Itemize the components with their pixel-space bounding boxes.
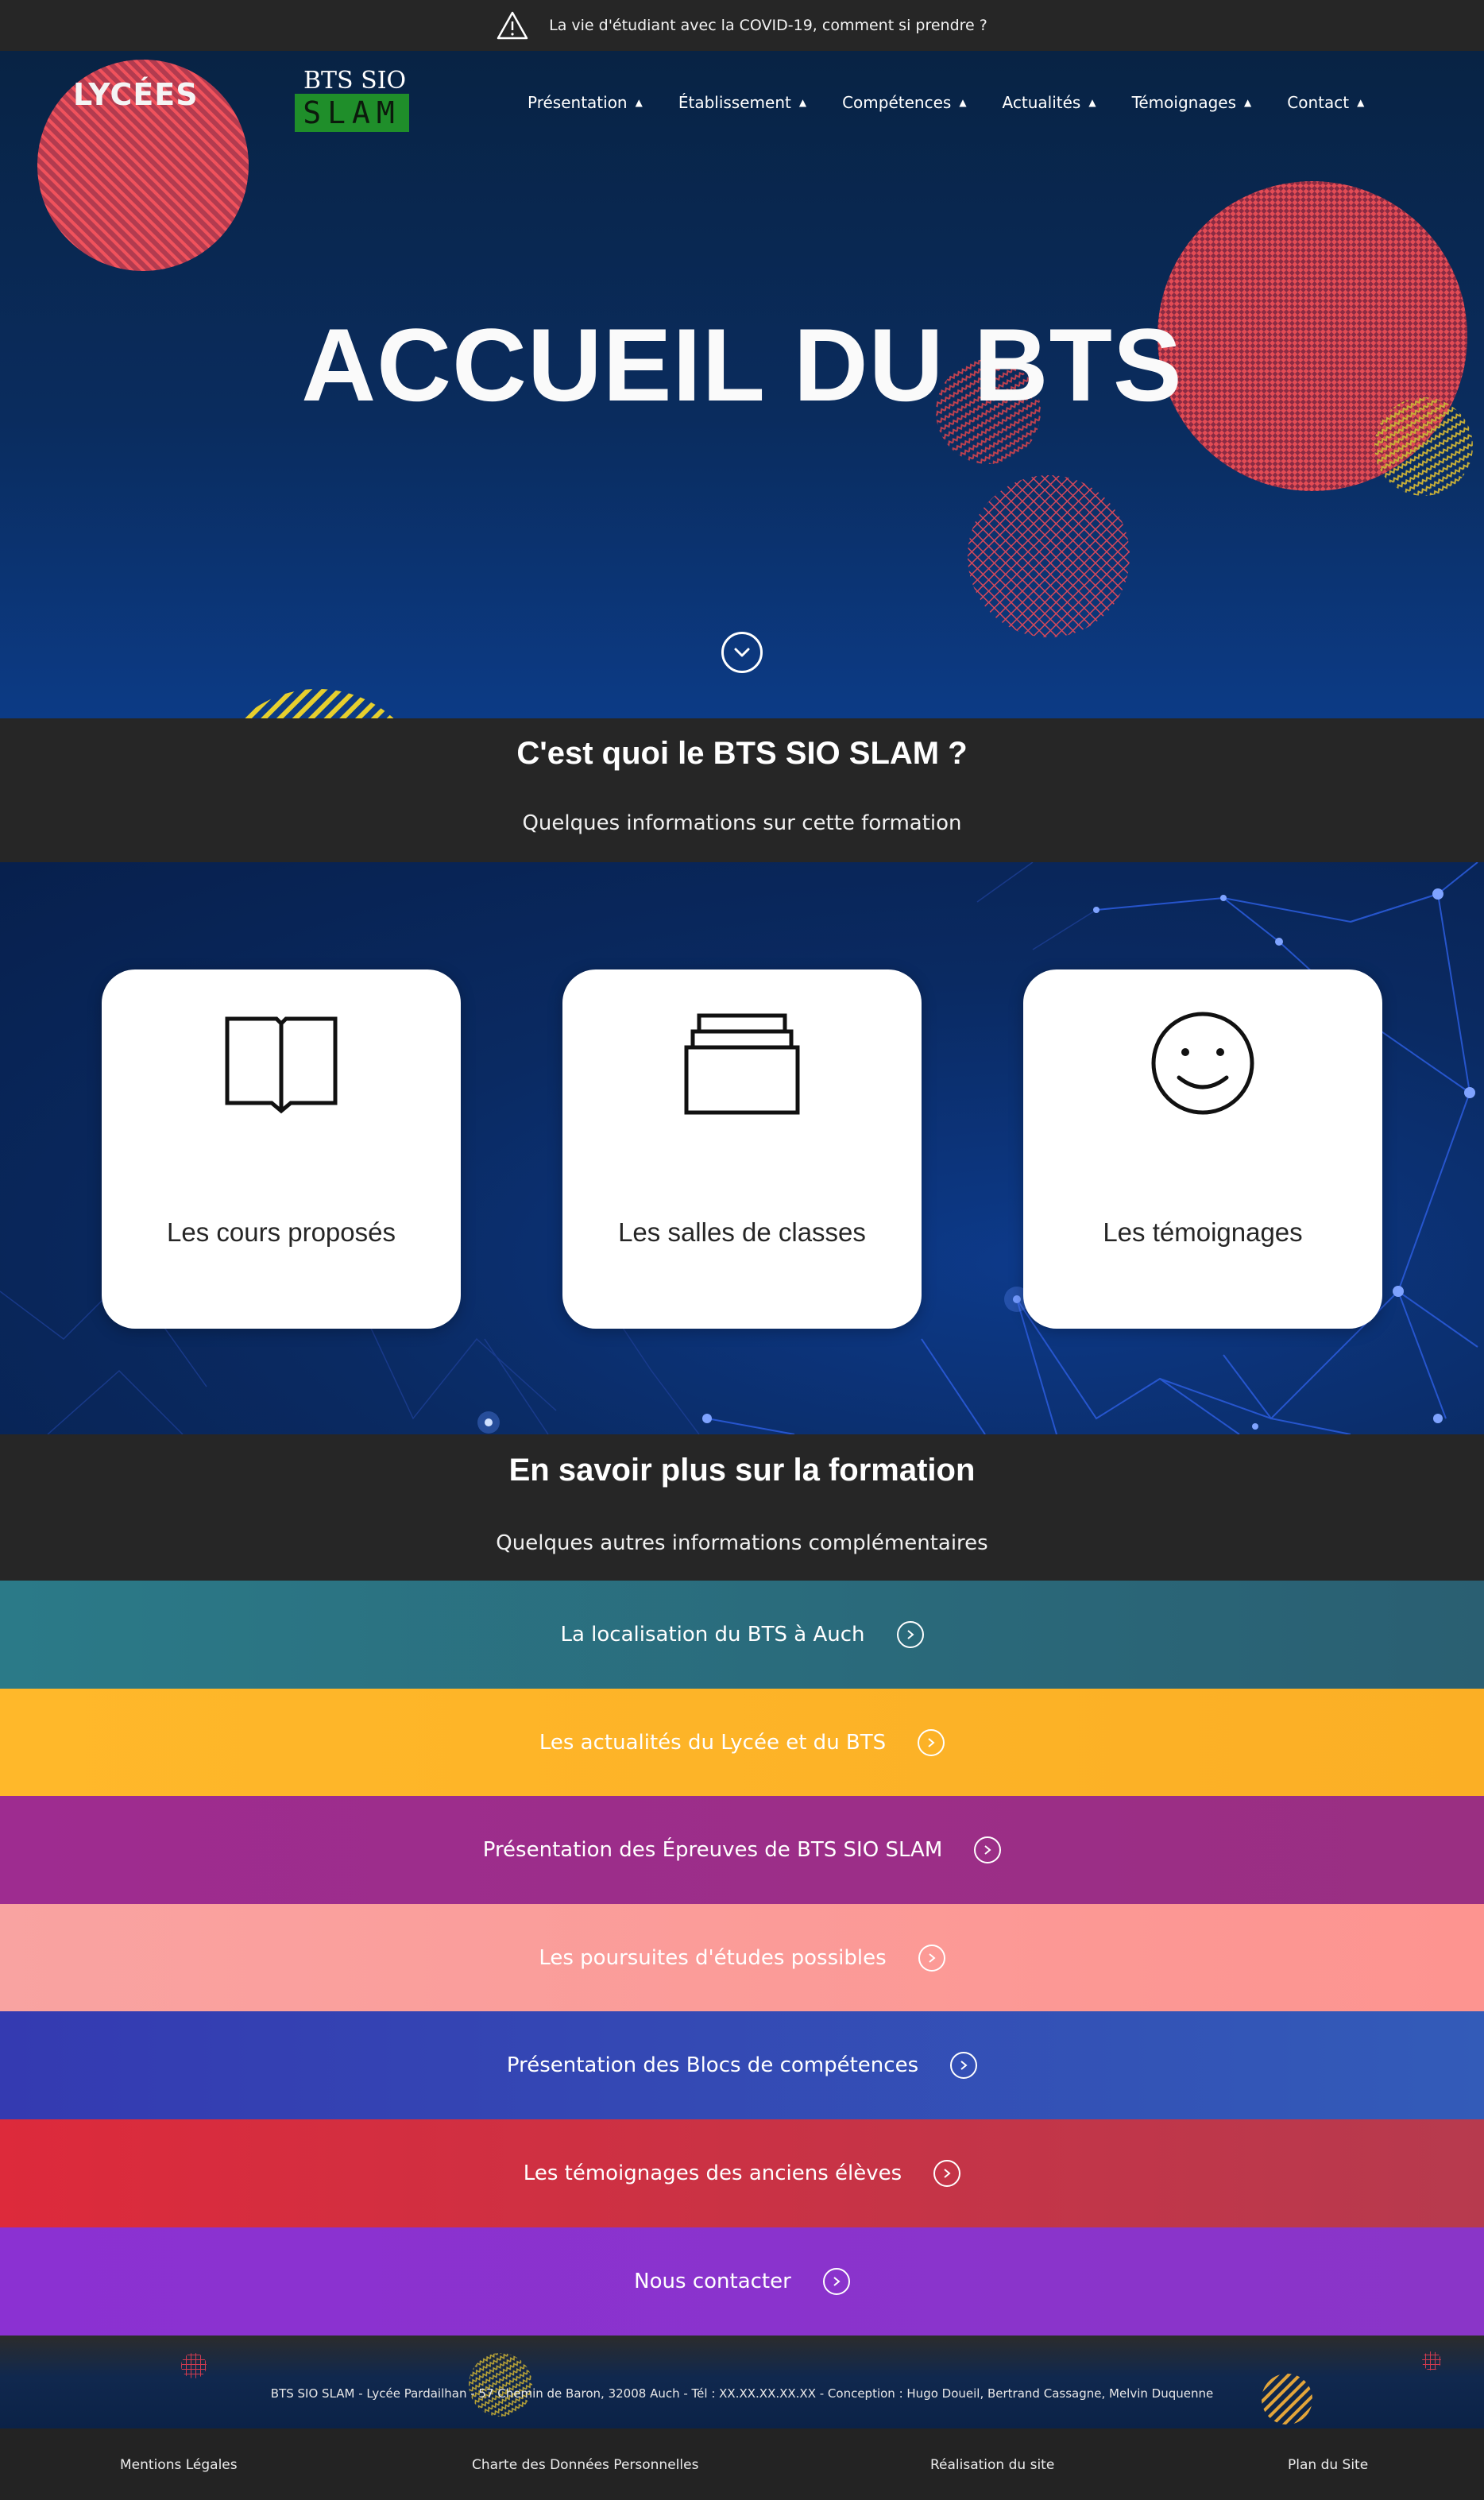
chevron-up-icon: ▲	[1244, 97, 1252, 108]
footer-links: Mentions Légales Charte des Données Pers…	[0, 2428, 1484, 2500]
footer-link-plan[interactable]: Plan du Site	[1288, 2457, 1368, 2473]
nav-etablissement[interactable]: Établissement ▲	[678, 93, 806, 112]
link-label: La localisation du BTS à Auch	[560, 1623, 865, 1647]
card-salles[interactable]: Les salles de classes	[562, 969, 922, 1329]
warning-icon	[497, 11, 528, 40]
stacked-trays-icon	[684, 1013, 800, 1115]
bts-sio-slam-logo[interactable]: BTS SIO SLAM	[292, 59, 410, 132]
nav-temoignages[interactable]: Témoignages ▲	[1132, 93, 1252, 112]
main-navigation: Présentation ▲ Établissement ▲ Compétenc…	[528, 91, 1364, 114]
footer-link-realisation[interactable]: Réalisation du site	[930, 2457, 1054, 2473]
alert-text[interactable]: La vie d'étudiant avec la COVID-19, comm…	[549, 17, 987, 34]
card-temoignages[interactable]: Les témoignages	[1023, 969, 1382, 1329]
footer-link-mentions[interactable]: Mentions Légales	[120, 2457, 238, 2473]
more-header: En savoir plus sur la formation Quelques…	[0, 1434, 1484, 1581]
chevron-right-icon	[933, 2160, 961, 2187]
link-contact[interactable]: Nous contacter	[0, 2227, 1484, 2336]
card-label: Les salles de classes	[618, 1217, 866, 1247]
nav-label: Témoignages	[1131, 93, 1237, 112]
smiley-icon	[1151, 1012, 1254, 1115]
footer-info: BTS SIO SLAM - Lycée Pardailhan - 57 Che…	[0, 2336, 1484, 2428]
chevron-right-icon	[974, 1836, 1002, 1863]
link-epreuves[interactable]: Présentation des Épreuves de BTS SIO SLA…	[0, 1796, 1484, 1904]
footer-link-charte[interactable]: Charte des Données Personnelles	[472, 2457, 698, 2473]
chevron-right-icon	[918, 1729, 945, 1756]
chevron-right-icon	[896, 1621, 924, 1648]
link-label: Présentation des Blocs de compétences	[506, 2053, 919, 2077]
card-label: Les témoignages	[1103, 1217, 1303, 1247]
link-label: Les poursuites d'études possibles	[539, 1946, 887, 1970]
nav-label: Actualités	[1002, 93, 1081, 112]
footer-info-text: BTS SIO SLAM - Lycée Pardailhan - 57 Che…	[270, 2386, 1214, 2401]
footer-decorations	[181, 2351, 1441, 2425]
chevron-up-icon: ▲	[959, 97, 967, 108]
open-book-icon	[225, 1016, 338, 1114]
card-cours[interactable]: Les cours proposés	[102, 969, 461, 1329]
covid-alert-bar[interactable]: La vie d'étudiant avec la COVID-19, comm…	[0, 0, 1484, 51]
nav-competences[interactable]: Compétences ▲	[842, 93, 966, 112]
intro-header: C'est quoi le BTS SIO SLAM ? Quelques in…	[0, 718, 1484, 862]
chevron-right-icon	[950, 2052, 978, 2079]
scroll-down-button[interactable]	[721, 632, 763, 673]
bts-logo-text: BTS SIO	[303, 67, 407, 95]
chevron-right-icon	[822, 2268, 850, 2295]
chevron-down-icon	[734, 648, 750, 657]
link-temoignages[interactable]: Les témoignages des anciens élèves	[0, 2119, 1484, 2227]
link-localisation[interactable]: La localisation du BTS à Auch	[0, 1581, 1484, 1689]
link-label: Les actualités du Lycée et du BTS	[539, 1731, 887, 1755]
nav-label: Présentation	[528, 93, 628, 112]
nav-presentation[interactable]: Présentation ▲	[528, 93, 643, 112]
hero-section: LYCÉES BTS SIO SLAM Présentation ▲ Établ…	[0, 51, 1484, 718]
link-poursuites[interactable]: Les poursuites d'études possibles	[0, 1904, 1484, 2012]
nav-actualites[interactable]: Actualités ▲	[1003, 93, 1096, 112]
chevron-up-icon: ▲	[635, 97, 643, 108]
lycees-logo[interactable]: LYCÉES	[73, 77, 199, 112]
chevron-up-icon: ▲	[1088, 97, 1096, 108]
nav-label: Compétences	[842, 93, 952, 112]
intro-title: C'est quoi le BTS SIO SLAM ?	[516, 736, 968, 771]
link-label: Les témoignages des anciens élèves	[523, 2161, 902, 2185]
link-label: Présentation des Épreuves de BTS SIO SLA…	[482, 1838, 943, 1862]
intro-subtitle: Quelques informations sur cette formatio…	[522, 811, 962, 835]
link-label: Nous contacter	[634, 2270, 791, 2293]
link-blocs[interactable]: Présentation des Blocs de compétences	[0, 2011, 1484, 2119]
chevron-up-icon: ▲	[798, 97, 807, 108]
cards-section: Les cours proposés Les salles de classes…	[0, 862, 1484, 1434]
page-title: ACCUEIL DU BTS	[301, 307, 1183, 423]
nav-label: Établissement	[678, 93, 791, 112]
more-subtitle: Quelques autres informations complémenta…	[496, 1531, 988, 1555]
more-title: En savoir plus sur la formation	[508, 1453, 976, 1488]
nav-contact[interactable]: Contact ▲	[1287, 93, 1364, 112]
card-label: Les cours proposés	[167, 1217, 396, 1247]
chevron-up-icon: ▲	[1357, 97, 1365, 108]
link-actualites[interactable]: Les actualités du Lycée et du BTS	[0, 1689, 1484, 1797]
chevron-right-icon	[918, 1945, 945, 1972]
nav-label: Contact	[1287, 93, 1350, 112]
slam-logo-text: SLAM	[295, 94, 409, 132]
